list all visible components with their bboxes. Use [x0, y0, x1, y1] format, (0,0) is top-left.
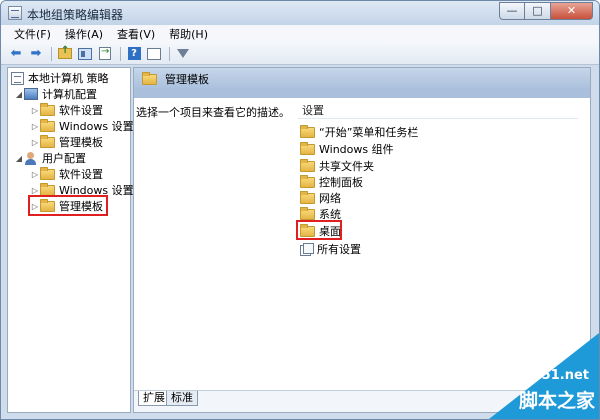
expanded-arrow-icon[interactable]: ◢	[14, 90, 24, 99]
tree-label: 软件设置	[59, 168, 103, 181]
header-divider	[298, 118, 578, 119]
show-hide-tree-icon	[78, 47, 92, 60]
list-item-label: Windows 组件	[319, 143, 394, 156]
gpedit-window: 本地组策略编辑器 — □ ✕ 文件(F) 操作(A) 查看(V) 帮助(H) ⬅…	[0, 0, 600, 420]
tree-item-computer-admin-templates[interactable]: ▷ 管理模板	[30, 134, 103, 150]
help-icon: ?	[127, 47, 141, 60]
folder-icon	[40, 166, 55, 180]
collapsed-arrow-icon[interactable]: ▷	[30, 170, 40, 179]
tab-standard[interactable]: 标准	[166, 391, 198, 406]
up-folder-icon	[58, 45, 72, 59]
toolbar-separator	[51, 46, 52, 61]
forward-arrow-icon: ➡	[30, 46, 42, 61]
folder-icon	[40, 182, 55, 196]
description-text: 选择一个项目来查看它的描述。	[136, 106, 290, 119]
highlight-box	[296, 220, 342, 240]
tree-label: 用户配置	[42, 152, 86, 165]
collapsed-arrow-icon[interactable]: ▷	[30, 186, 40, 195]
expanded-arrow-icon[interactable]: ◢	[14, 154, 24, 163]
collapsed-arrow-icon[interactable]: ▷	[30, 138, 40, 147]
tree-item-local-policy[interactable]: 本地计算机 策略	[11, 70, 109, 86]
list-item-label: 网络	[319, 192, 341, 205]
folder-icon	[300, 141, 315, 155]
toolbar-separator	[169, 46, 170, 61]
collapsed-arrow-icon[interactable]: ▷	[30, 106, 40, 115]
collapsed-arrow-icon[interactable]: ▷	[30, 122, 40, 131]
tree-label: 软件设置	[59, 104, 103, 117]
column-header-setting[interactable]: 设置	[302, 102, 324, 118]
folder-icon	[300, 124, 315, 138]
site-watermark: jb51.net 脚本之家	[489, 333, 599, 419]
highlight-box	[28, 195, 108, 216]
watermark-site: jb51.net	[527, 368, 589, 383]
list-item-label: “开始”菜单和任务栏	[319, 126, 419, 139]
list-item[interactable]: 共享文件夹	[300, 158, 374, 174]
back-arrow-icon: ⬅	[10, 46, 22, 61]
navigation-tree[interactable]: 本地计算机 策略 ◢ 计算机配置 ▷ 软件设置 ▷ Windows 设置 ▷ 管…	[7, 67, 134, 413]
filter-icon	[177, 49, 189, 58]
tree-item-user-software[interactable]: ▷ 软件设置	[30, 166, 103, 182]
forward-button[interactable]: ➡	[27, 46, 45, 62]
menu-view[interactable]: 查看(V)	[110, 26, 162, 42]
policy-icon	[11, 71, 24, 85]
details-header-title: 管理模板	[165, 73, 209, 86]
folder-icon	[40, 102, 55, 116]
menu-file[interactable]: 文件(F)	[7, 26, 58, 42]
folder-icon	[300, 190, 315, 204]
export-list-button[interactable]	[96, 46, 114, 62]
minimize-button[interactable]: —	[499, 2, 525, 20]
properties-icon	[147, 47, 161, 60]
export-list-icon	[99, 46, 111, 60]
menu-action[interactable]: 操作(A)	[58, 26, 110, 42]
maximize-button[interactable]: □	[525, 2, 551, 20]
list-item[interactable]: 控制面板	[300, 174, 363, 190]
tree-item-user-config[interactable]: ◢ 用户配置	[14, 150, 86, 166]
properties-button[interactable]	[145, 46, 163, 62]
help-button[interactable]: ?	[125, 46, 143, 62]
computer-icon	[24, 88, 38, 100]
tree-label: 计算机配置	[42, 88, 97, 101]
filter-button[interactable]	[174, 46, 192, 62]
folder-icon	[142, 71, 157, 85]
watermark-brand: 脚本之家	[518, 390, 595, 412]
tree-label: Windows 设置	[59, 120, 134, 133]
tree-item-computer-windows[interactable]: ▷ Windows 设置	[30, 118, 134, 134]
menu-bar: 文件(F) 操作(A) 查看(V) 帮助(H)	[1, 25, 599, 43]
window-title: 本地组策略编辑器	[27, 8, 124, 22]
folder-icon	[40, 134, 55, 148]
toolbar-separator	[120, 46, 121, 61]
show-hide-tree-button[interactable]	[76, 46, 94, 62]
folder-icon	[300, 158, 315, 172]
tree-item-computer-software[interactable]: ▷ 软件设置	[30, 102, 103, 118]
user-icon	[24, 151, 38, 165]
folder-icon	[300, 206, 315, 220]
list-item-label: 控制面板	[319, 176, 363, 189]
tree-label: 本地计算机 策略	[28, 72, 109, 85]
window-controls: — □ ✕	[499, 2, 593, 20]
folder-icon	[40, 118, 55, 132]
up-one-level-button[interactable]	[56, 45, 74, 62]
list-item-label: 所有设置	[317, 243, 361, 256]
list-item[interactable]: 网络	[300, 190, 341, 206]
list-item-all-settings[interactable]: 所有设置	[300, 241, 361, 257]
title-bar[interactable]: 本地组策略编辑器 — □ ✕	[1, 1, 599, 25]
list-item[interactable]: Windows 组件	[300, 141, 394, 157]
toolbar: ⬅ ➡ ?	[1, 43, 599, 65]
list-item-label: 共享文件夹	[319, 160, 374, 173]
tree-label: 管理模板	[59, 136, 103, 149]
all-settings-icon	[300, 243, 314, 256]
tree-item-computer-config[interactable]: ◢ 计算机配置	[14, 86, 97, 102]
back-button[interactable]: ⬅	[7, 46, 25, 62]
menu-help[interactable]: 帮助(H)	[162, 26, 215, 42]
folder-icon	[300, 174, 315, 188]
list-item[interactable]: “开始”菜单和任务栏	[300, 124, 418, 140]
close-button[interactable]: ✕	[551, 2, 593, 20]
details-header: 管理模板	[134, 68, 590, 90]
gpedit-app-icon	[8, 6, 22, 20]
